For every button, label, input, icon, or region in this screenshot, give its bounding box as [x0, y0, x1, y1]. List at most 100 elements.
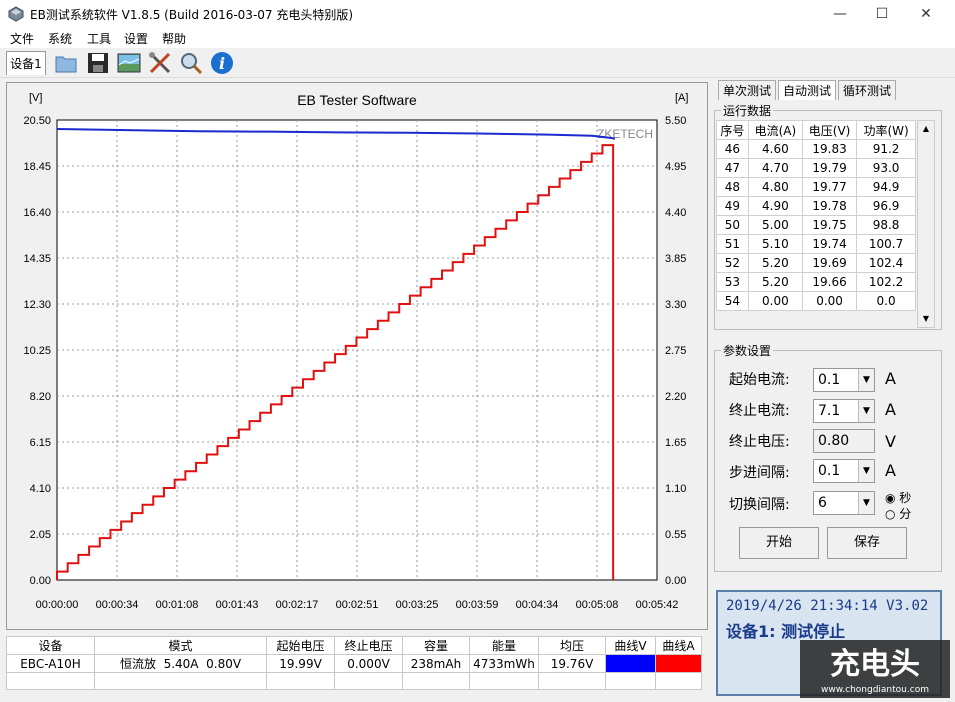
end-current-select[interactable]: 7.1 ▼ [813, 399, 875, 423]
right-panel: 单次测试 自动测试 循环测试 运行数据 序号 电流(A) 电压(V) 功率(W)… [712, 78, 955, 702]
table-cell: 19.83 [801, 139, 858, 159]
watermark-site: www.chongdiantou.com [821, 685, 929, 695]
status-datetime: 2019/4/26 21:34:14 V3.02 [726, 598, 928, 614]
table-row[interactable]: 50 5.00 19.75 98.8 [716, 215, 916, 235]
table-cell: 51 [716, 234, 749, 254]
tab-single-test[interactable]: 单次测试 [718, 80, 777, 100]
table-cell: 54 [716, 291, 749, 311]
radio-seconds[interactable]: ◉ 秒 [885, 489, 911, 506]
scroll-up-icon[interactable]: ▲ [918, 121, 934, 137]
table-cell: 5.00 [747, 215, 803, 235]
y-right-tick-label: 4.95 [665, 161, 686, 173]
table-cell: 53 [716, 272, 749, 292]
chart-title: EB Tester Software [297, 92, 417, 108]
cell-capacity: 238mAh [402, 654, 470, 673]
close-button[interactable]: ✕ [903, 0, 949, 28]
menu-settings[interactable]: 设置 [124, 30, 148, 47]
x-tick-label: 00:04:34 [516, 599, 559, 611]
table-cell: 5.20 [747, 253, 803, 273]
x-tick-label: 00:00:34 [96, 599, 139, 611]
menu-file[interactable]: 文件 [10, 30, 34, 47]
table-cell: 102.4 [856, 253, 916, 273]
scroll-down-icon[interactable]: ▼ [918, 311, 934, 327]
curve-v-swatch[interactable] [605, 654, 656, 673]
chevron-down-icon[interactable]: ▼ [858, 460, 874, 482]
start-button[interactable]: 开始 [739, 527, 819, 559]
params-group: 参数设置 起始电流: 0.1 ▼ A 终止电流: 7.1 ▼ A 终止电压: 0.8… [714, 342, 942, 572]
chevron-down-icon[interactable]: ▼ [858, 492, 874, 514]
table-cell: 19.69 [801, 253, 858, 273]
end-current-value: 7.1 [818, 403, 841, 419]
tools-icon[interactable] [148, 51, 172, 75]
col-header: 功率(W) [856, 120, 916, 140]
table-row[interactable]: 46 4.60 19.83 91.2 [716, 139, 916, 159]
x-tick-label: 00:02:51 [336, 599, 379, 611]
y-right-tick-label: 4.40 [665, 207, 686, 219]
maximize-button[interactable]: ☐ [859, 0, 905, 28]
title-bar: EB测试系统软件 V1.8.5 (Build 2016-03-07 充电头特别版… [0, 0, 955, 28]
radio-seconds-label: 秒 [899, 491, 912, 505]
table-row[interactable]: 52 5.20 19.69 102.4 [716, 253, 916, 273]
col-header: 均压 [538, 636, 606, 655]
curve-a-swatch[interactable] [655, 654, 702, 673]
table-row[interactable]: 49 4.90 19.78 96.9 [716, 196, 916, 216]
table-cell: 47 [716, 158, 749, 178]
folder-icon[interactable] [54, 51, 78, 75]
table-cell: 4.70 [747, 158, 803, 178]
y-right-tick-label: 0.55 [665, 529, 686, 541]
radio-minutes[interactable]: ○ 分 [885, 505, 911, 522]
y-left-tick-label: 20.50 [23, 115, 51, 127]
chevron-down-icon[interactable]: ▼ [858, 400, 874, 422]
col-header: 起始电压 [266, 636, 335, 655]
y-left-tick-label: 16.40 [23, 207, 51, 219]
switch-interval-select[interactable]: 6 ▼ [813, 491, 875, 515]
y-right-tick-label: 2.75 [665, 345, 686, 357]
table-cell: 19.66 [801, 272, 858, 292]
minimize-button[interactable]: — [817, 0, 863, 28]
chevron-down-icon[interactable]: ▼ [858, 369, 874, 391]
menu-tools[interactable]: 工具 [87, 30, 111, 47]
menu-system[interactable]: 系统 [48, 30, 72, 47]
search-icon[interactable] [179, 51, 203, 75]
tab-cycle-test[interactable]: 循环测试 [838, 80, 897, 100]
cell-start-voltage: 19.99V [266, 654, 335, 673]
device-tab[interactable]: 设备1 [6, 51, 46, 75]
y-left-tick-label: 14.35 [23, 253, 51, 265]
run-data-table[interactable]: 序号 电流(A) 电压(V) 功率(W) 46 4.60 19.83 91.2 47 4.… [716, 120, 916, 311]
radio-minutes-label: 分 [899, 507, 912, 521]
status-version: V3.02 [886, 598, 929, 614]
y-left-tick-label: 4.10 [30, 483, 51, 495]
end-voltage-value: 0.80 [818, 433, 850, 449]
end-voltage-field[interactable]: 0.80 [813, 429, 875, 453]
col-header: 曲线V [605, 636, 656, 655]
switch-interval-label: 切换间隔: [729, 497, 790, 513]
table-scrollbar[interactable]: ▲ ▼ [917, 120, 935, 328]
table-cell: 0.0 [856, 291, 916, 311]
table-row[interactable]: 51 5.10 19.74 100.7 [716, 234, 916, 254]
y-left-tick-label: 8.20 [30, 391, 51, 403]
step-select[interactable]: 0.1 ▼ [813, 459, 875, 483]
table-row[interactable]: 53 5.20 19.66 102.2 [716, 272, 916, 292]
cell-mode: 恒流放 5.40A 0.80V [94, 654, 267, 673]
menu-help[interactable]: 帮助 [162, 30, 186, 47]
window-title: EB测试系统软件 V1.8.5 (Build 2016-03-07 充电头特别版… [30, 8, 354, 22]
chart-icon[interactable] [117, 51, 141, 75]
chart-svg: 20.50 18.45 16.40 14.35 12.30 10.25 8.20 6.15 4.… [23, 92, 688, 611]
summary-row[interactable]: EBC-A10H 恒流放 5.40A 0.80V 19.99V 0.000V 2… [6, 654, 702, 673]
end-current-unit: A [885, 400, 896, 419]
save-button[interactable]: 保存 [827, 527, 907, 559]
y-left-axis-label: [V] [29, 92, 42, 104]
save-icon[interactable] [86, 51, 110, 75]
summary-table[interactable]: 设备 模式 起始电压 终止电压 容量 能量 均压 曲线V 曲线A EBC-A10… [6, 636, 702, 690]
table-header-row: 序号 电流(A) 电压(V) 功率(W) [716, 120, 916, 140]
start-current-select[interactable]: 0.1 ▼ [813, 368, 875, 392]
watermark-logo: 充电头 www.chongdiantou.com [800, 640, 950, 698]
col-header: 序号 [716, 120, 749, 140]
table-row[interactable]: 48 4.80 19.77 94.9 [716, 177, 916, 197]
x-tick-label: 00:05:42 [636, 599, 679, 611]
tab-auto-test[interactable]: 自动测试 [778, 80, 837, 100]
table-cell: 19.74 [801, 234, 858, 254]
table-row[interactable]: 47 4.70 19.79 93.0 [716, 158, 916, 178]
table-row[interactable]: 54 0.00 0.00 0.0 [716, 291, 916, 311]
info-icon[interactable]: i [210, 51, 234, 75]
